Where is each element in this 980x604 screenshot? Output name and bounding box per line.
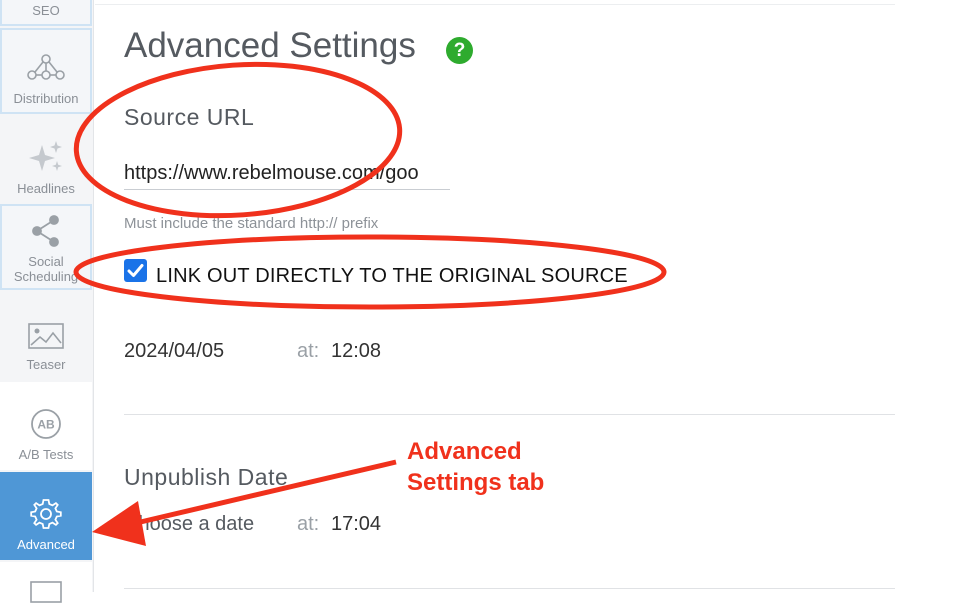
share-icon — [32, 215, 59, 247]
sidebar-item-label: Social Scheduling — [13, 254, 79, 284]
sidebar-item-label: Distribution — [13, 91, 79, 106]
svg-text:AB: AB — [37, 418, 55, 432]
annotation-line-2: Settings tab — [407, 469, 545, 496]
annotation-label: Advanced Settings tab — [407, 436, 544, 498]
unpublish-time[interactable]: 17:04 — [331, 513, 381, 536]
section-divider — [124, 588, 895, 589]
section-divider — [124, 414, 895, 415]
annotation-ellipse-source-url — [73, 61, 403, 219]
sidebar-item-label: Teaser — [26, 357, 66, 372]
sidebar-item-distribution[interactable]: Distribution — [0, 28, 92, 114]
sidebar-item-label: Advanced — [17, 537, 75, 552]
unpublish-at-label: at: — [297, 513, 320, 535]
sidebar: SEO Distribution Headlines Social Schedu… — [0, 0, 94, 603]
ab-test-icon: AB — [31, 409, 61, 439]
sparkle-icon — [29, 141, 62, 171]
gear-icon — [30, 499, 62, 529]
distribution-network-icon — [27, 54, 65, 80]
sidebar-item-more[interactable] — [0, 562, 92, 603]
sidebar-item-headlines[interactable]: Headlines — [0, 116, 92, 202]
sidebar-item-label: Headlines — [17, 181, 75, 196]
sidebar-item-teaser[interactable]: Teaser — [0, 292, 92, 378]
publish-at-label: at: — [297, 340, 320, 362]
checkmark-icon — [127, 264, 144, 277]
publish-date[interactable]: 2024/04/05 — [124, 340, 224, 363]
help-icon[interactable]: ? — [446, 37, 473, 64]
page-title: Advanced Settings — [124, 26, 416, 65]
link-out-label[interactable]: LINK OUT DIRECTLY TO THE ORIGINAL SOURCE — [156, 265, 628, 288]
sidebar-item-ab-tests[interactable]: AB A/B Tests — [0, 382, 92, 470]
publish-time[interactable]: 12:08 — [331, 340, 381, 363]
panel-icon — [30, 581, 62, 603]
sidebar-item-label: A/B Tests — [18, 447, 74, 462]
unpublish-date-heading: Unpublish Date — [124, 464, 289, 490]
image-icon — [28, 323, 64, 349]
sidebar-item-seo[interactable]: SEO — [0, 0, 92, 26]
sidebar-item-social-scheduling[interactable]: Social Scheduling — [0, 204, 92, 290]
source-url-input[interactable] — [124, 157, 450, 190]
sidebar-item-advanced[interactable]: Advanced — [0, 472, 92, 560]
top-divider — [95, 4, 895, 5]
link-out-checkbox[interactable] — [124, 259, 147, 282]
source-url-heading: Source URL — [124, 104, 255, 130]
unpublish-date-input[interactable]: Choose a date — [124, 513, 254, 536]
source-url-hint: Must include the standard http:// prefix — [124, 215, 379, 232]
annotation-overlay — [73, 61, 667, 546]
annotation-line-1: Advanced — [407, 438, 522, 465]
sidebar-item-label: SEO — [32, 3, 60, 18]
